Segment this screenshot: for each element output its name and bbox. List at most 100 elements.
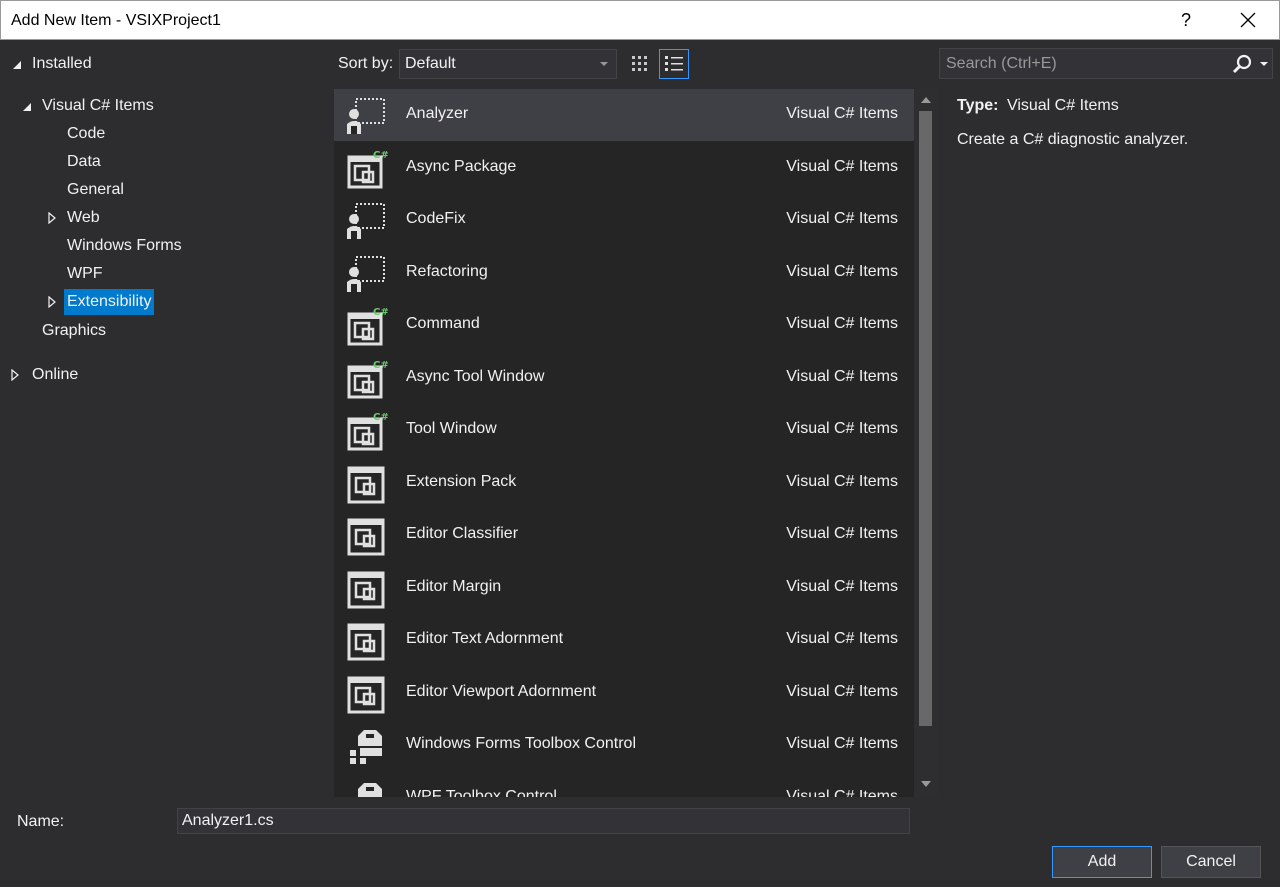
template-item-command[interactable]: C# Command Visual C# Items — [334, 299, 914, 351]
toolbox-icon — [358, 782, 382, 797]
csharp-extension-icon: C# — [347, 412, 388, 451]
close-button[interactable] — [1225, 1, 1271, 39]
scroll-thumb[interactable] — [919, 111, 932, 726]
scroll-down-icon[interactable] — [921, 781, 931, 787]
template-name: Analyzer — [406, 105, 469, 122]
template-category: Visual C# Items — [786, 735, 898, 752]
template-category: Visual C# Items — [786, 682, 898, 700]
tree-node-windows-forms[interactable]: Windows Forms — [67, 233, 182, 259]
search-options-icon[interactable] — [1260, 62, 1268, 66]
tree-node-data[interactable]: Data — [67, 149, 101, 175]
template-item-wpf-toolbox-control[interactable]: WPF Toolbox Control Visual C# Items — [334, 772, 914, 797]
tree-label-online: Online — [32, 366, 79, 383]
svg-text:C#: C# — [373, 412, 388, 423]
scroll-up-icon[interactable] — [921, 97, 931, 103]
title-bar: Add New Item - VSIXProject1 ? — [0, 0, 1280, 40]
svg-text:C#: C# — [373, 360, 388, 371]
template-item-refactoring[interactable]: Refactoring Visual C# Items — [334, 247, 914, 299]
template-item-async-tool-window[interactable]: C# Async Tool Window Visual C# Items — [334, 352, 914, 404]
template-item-editor-viewport-adornment[interactable]: Editor Viewport Adornment Visual C# Item… — [334, 667, 914, 719]
csharp-extension-icon: C# — [347, 150, 388, 188]
template-name: Editor Classifier — [406, 525, 519, 542]
extension-icon — [347, 466, 385, 503]
template-name: Editor Margin — [406, 577, 502, 595]
template-item-tool-window[interactable]: C# Tool Window Visual C# Items — [334, 404, 914, 456]
analyzer-icon — [347, 255, 385, 292]
template-item-codefix[interactable]: CodeFix Visual C# Items — [334, 194, 914, 246]
tree-node-extensibility[interactable]: Extensibility — [47, 289, 167, 315]
details-type: Type: Visual C# Items — [957, 97, 1119, 115]
tree-node-online[interactable]: Online — [10, 362, 100, 388]
tree-label-web: Web — [67, 209, 100, 226]
help-button[interactable]: ? — [1163, 1, 1209, 39]
extension-icon — [347, 571, 385, 608]
template-name: Editor Viewport Adornment — [406, 682, 597, 700]
template-name: Async Package — [406, 157, 517, 175]
template-name: Command — [406, 315, 480, 332]
template-category: Visual C# Items — [786, 420, 898, 437]
list-view-icon — [665, 56, 683, 71]
search-icon[interactable] — [1230, 53, 1254, 75]
grid-view-icon — [632, 56, 647, 71]
template-item-editor-classifier[interactable]: Editor Classifier Visual C# Items — [334, 509, 914, 561]
template-category: Visual C# Items — [786, 315, 898, 332]
analyzer-icon — [347, 203, 385, 239]
tree-node-web[interactable]: Web — [47, 205, 167, 231]
collapsed-arrow-icon — [48, 212, 56, 224]
template-list[interactable]: Analyzer Visual C# Items C# Async Packag… — [334, 89, 914, 797]
template-item-analyzer[interactable]: Analyzer Visual C# Items — [334, 89, 914, 141]
template-category: Visual C# Items — [786, 210, 898, 227]
template-name: Extension Pack — [406, 472, 517, 490]
csharp-extension-icon: C# — [347, 307, 388, 346]
list-scrollbar[interactable] — [914, 89, 938, 797]
template-category: Visual C# Items — [786, 157, 898, 175]
details-description: Create a C# diagnostic analyzer. — [957, 131, 1189, 148]
template-name: Async Tool Window — [406, 367, 545, 385]
tree-node-code[interactable]: Code — [67, 121, 105, 147]
collapsed-arrow-icon — [48, 296, 56, 308]
list-view-button[interactable] — [659, 49, 689, 79]
template-category: Visual C# Items — [786, 525, 898, 542]
window-title: Add New Item - VSIXProject1 — [11, 12, 221, 29]
tree-label-extensibility: Extensibility — [64, 289, 155, 315]
svg-text:C#: C# — [373, 150, 388, 161]
extension-icon — [347, 623, 385, 661]
extension-icon — [347, 518, 385, 556]
sort-label: Sort by: — [338, 55, 394, 72]
collapsed-arrow-icon — [11, 369, 19, 381]
sort-value: Default — [405, 55, 456, 72]
small-icons-view-button[interactable] — [625, 49, 655, 79]
svg-text:C#: C# — [373, 307, 388, 318]
template-item-async-package[interactable]: C# Async Package Visual C# Items — [334, 142, 914, 194]
template-item-editor-text-adornment[interactable]: Editor Text Adornment Visual C# Items — [334, 614, 914, 666]
add-button[interactable]: Add — [1052, 846, 1152, 878]
template-item-editor-margin[interactable]: Editor Margin Visual C# Items — [334, 562, 914, 614]
csharp-extension-icon: C# — [347, 360, 388, 398]
template-item-winforms-toolbox-control[interactable]: Windows Forms Toolbox Control Visual C# … — [334, 719, 914, 771]
tree-node-general[interactable]: General — [67, 177, 124, 203]
search-box[interactable] — [939, 48, 1273, 79]
template-name: Refactoring — [406, 262, 488, 280]
template-category: Visual C# Items — [786, 105, 898, 122]
analyzer-icon — [347, 98, 385, 134]
template-name: Windows Forms Toolbox Control — [406, 735, 637, 752]
search-input[interactable] — [940, 49, 1225, 78]
expanded-arrow-icon — [13, 61, 21, 69]
template-category: Visual C# Items — [786, 472, 898, 490]
template-category: Visual C# Items — [786, 367, 898, 385]
expanded-arrow-icon — [23, 103, 31, 111]
tree-label-installed: Installed — [32, 55, 92, 72]
extension-icon — [347, 676, 385, 713]
toolbox-icon — [350, 730, 382, 764]
tree-node-wpf[interactable]: WPF — [67, 261, 103, 287]
template-name: Tool Window — [406, 420, 497, 437]
template-item-extension-pack[interactable]: Extension Pack Visual C# Items — [334, 457, 914, 509]
sort-dropdown[interactable]: Default — [399, 49, 617, 79]
template-category: Visual C# Items — [786, 630, 898, 647]
chevron-down-icon — [600, 62, 608, 66]
cancel-button[interactable]: Cancel — [1161, 846, 1261, 878]
tree-node-graphics[interactable]: Graphics — [42, 318, 106, 344]
details-type-label: Type: — [957, 97, 999, 114]
name-field[interactable] — [177, 808, 910, 834]
template-category: Visual C# Items — [786, 577, 898, 595]
